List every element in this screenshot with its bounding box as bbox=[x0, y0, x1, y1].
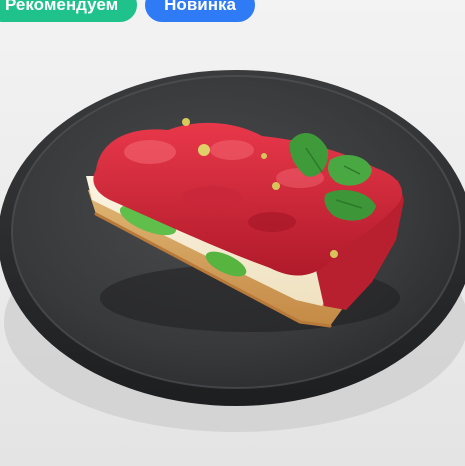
product-image[interactable] bbox=[0, 0, 465, 466]
pistachio-crumb bbox=[198, 144, 210, 156]
pistachio-crumb bbox=[272, 182, 280, 190]
new-badge: Новинка bbox=[145, 0, 255, 22]
badge-row: Рекомендуем Новинка bbox=[0, 0, 255, 22]
pistachio-crumb bbox=[261, 153, 267, 159]
product-card[interactable]: Рекомендуем Новинка bbox=[0, 0, 465, 466]
pistachio-crumb bbox=[182, 118, 190, 126]
recommended-badge: Рекомендуем bbox=[0, 0, 138, 22]
pistachio-crumb bbox=[330, 250, 338, 258]
